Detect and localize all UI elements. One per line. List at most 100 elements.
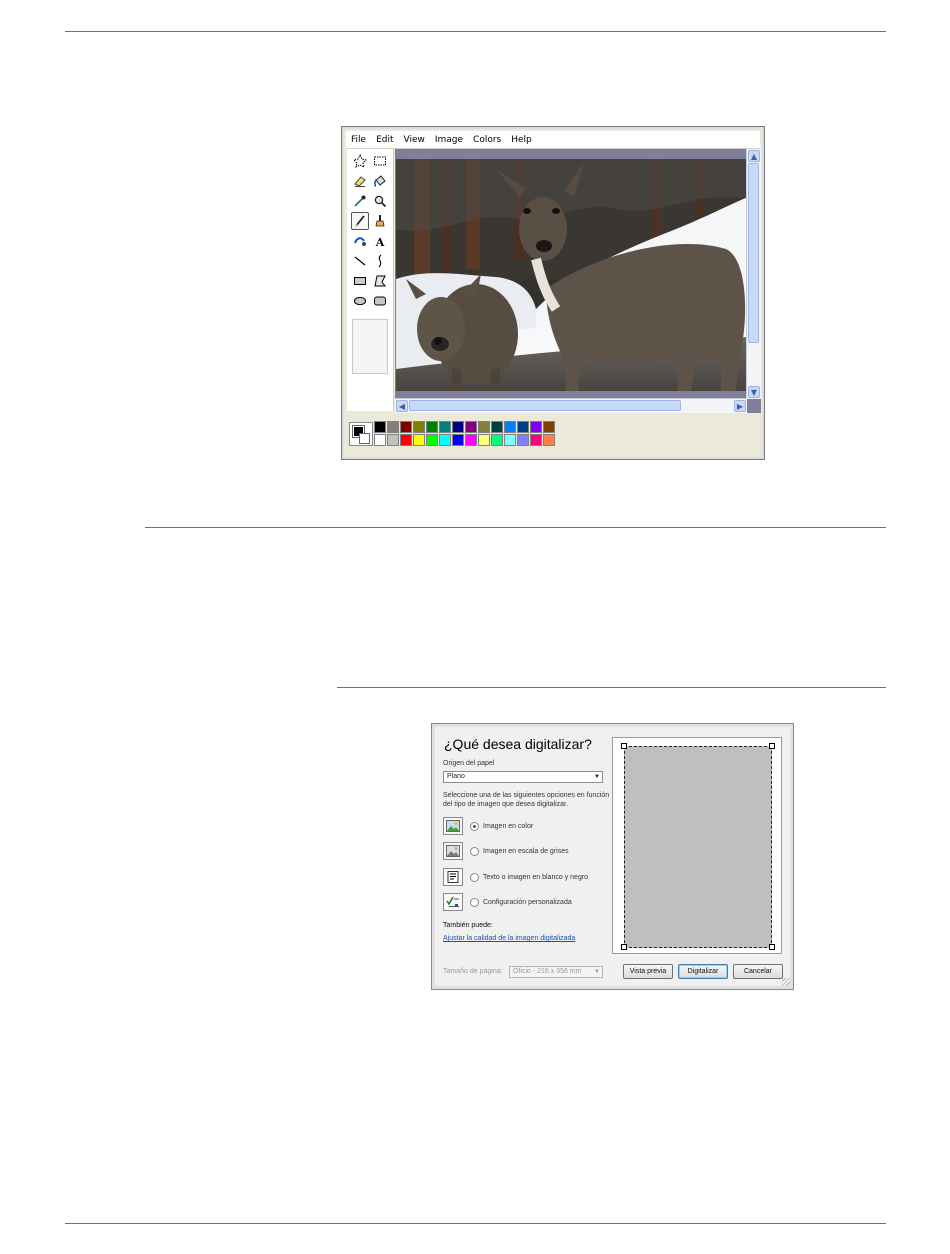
black-white-radio[interactable] bbox=[470, 872, 479, 882]
option-grayscale[interactable]: Imagen en escala de grises bbox=[443, 841, 569, 861]
color-swatch[interactable] bbox=[413, 434, 425, 446]
line-tool[interactable] bbox=[351, 252, 369, 270]
airbrush-tool[interactable] bbox=[351, 232, 369, 250]
color-swatch[interactable] bbox=[504, 421, 516, 433]
color-swatch[interactable] bbox=[465, 434, 477, 446]
brush-tool[interactable] bbox=[371, 212, 389, 230]
color-swatch[interactable] bbox=[491, 434, 503, 446]
tool-options-box[interactable] bbox=[352, 319, 388, 374]
magnifier-icon bbox=[374, 195, 387, 208]
color-image-radio[interactable] bbox=[470, 821, 479, 831]
color-swatch[interactable] bbox=[374, 421, 386, 433]
option-black-white[interactable]: Texto o imagen en blanco y negro bbox=[443, 867, 588, 887]
scroll-down-button[interactable]: ▼ bbox=[748, 386, 760, 398]
current-colors bbox=[349, 422, 373, 446]
text-tool[interactable]: A bbox=[371, 232, 389, 250]
color-swatch[interactable] bbox=[426, 421, 438, 433]
chevron-down-icon: ▼ bbox=[594, 774, 600, 780]
polygon-icon bbox=[374, 275, 386, 287]
color-swatch[interactable] bbox=[400, 421, 412, 433]
rectangle-tool[interactable] bbox=[351, 272, 369, 290]
polygon-tool[interactable] bbox=[371, 272, 389, 290]
menu-image[interactable]: Image bbox=[435, 135, 463, 145]
color-swatch[interactable] bbox=[543, 421, 555, 433]
option-color-image[interactable]: Imagen en color bbox=[443, 816, 533, 836]
color-swatch[interactable] bbox=[543, 434, 555, 446]
color-swatch[interactable] bbox=[517, 421, 529, 433]
preview-pane[interactable] bbox=[612, 737, 782, 954]
vertical-scrollbar[interactable]: ▲ ▼ bbox=[746, 149, 761, 399]
custom-label: Configuración personalizada bbox=[483, 898, 572, 906]
grayscale-photo-button[interactable] bbox=[443, 842, 463, 860]
scroll-up-button[interactable]: ▲ bbox=[748, 150, 760, 162]
ellipse-icon bbox=[353, 296, 367, 306]
color-swatch[interactable] bbox=[478, 434, 490, 446]
black-white-label: Texto o imagen en blanco y negro bbox=[483, 873, 589, 881]
color-swatch[interactable] bbox=[530, 434, 542, 446]
ellipse-tool[interactable] bbox=[351, 292, 369, 310]
color-swatch[interactable] bbox=[426, 434, 438, 446]
color-swatch[interactable] bbox=[517, 434, 529, 446]
menu-view[interactable]: View bbox=[404, 135, 425, 145]
color-picker-tool[interactable] bbox=[351, 192, 369, 210]
color-photo-button[interactable] bbox=[443, 817, 463, 835]
color-swatch[interactable] bbox=[413, 421, 425, 433]
chevron-down-icon: ▼ bbox=[594, 969, 600, 975]
color-palette bbox=[374, 421, 555, 446]
color-swatch[interactable] bbox=[478, 421, 490, 433]
curve-tool[interactable] bbox=[371, 252, 389, 270]
color-swatch[interactable] bbox=[439, 421, 451, 433]
scroll-left-button[interactable]: ◀ bbox=[396, 400, 408, 412]
resize-handle-top-left[interactable] bbox=[621, 743, 627, 749]
paper-source-select[interactable]: Plano ▼ bbox=[443, 771, 603, 783]
color-swatch[interactable] bbox=[387, 421, 399, 433]
magnifier-tool[interactable] bbox=[371, 192, 389, 210]
eraser-tool[interactable] bbox=[351, 172, 369, 190]
menu-help[interactable]: Help bbox=[511, 135, 532, 145]
color-swatch[interactable] bbox=[504, 434, 516, 446]
text-icon: A bbox=[375, 236, 385, 248]
section-rule bbox=[145, 527, 886, 528]
horizontal-scrollbar[interactable]: ◀ ▶ bbox=[395, 398, 747, 413]
menu-file[interactable]: File bbox=[351, 135, 366, 145]
fill-tool[interactable] bbox=[371, 172, 389, 190]
color-swatch[interactable] bbox=[465, 421, 477, 433]
scan-button[interactable]: Digitalizar bbox=[678, 964, 728, 979]
page-size-label: Tamaño de página: bbox=[443, 968, 503, 975]
adjust-quality-link[interactable]: Ajustar la calidad de la imagen digitali… bbox=[443, 935, 575, 942]
page-size-select[interactable]: Oficio - 216 x 356 mm ▼ bbox=[509, 966, 603, 978]
canvas-image[interactable] bbox=[396, 159, 748, 391]
color-swatch[interactable] bbox=[452, 434, 464, 446]
custom-settings-button[interactable] bbox=[443, 893, 463, 911]
pencil-tool[interactable] bbox=[351, 212, 369, 230]
option-custom[interactable]: Configuración personalizada bbox=[443, 892, 572, 912]
free-form-select-tool[interactable] bbox=[351, 152, 369, 170]
color-swatch[interactable] bbox=[491, 421, 503, 433]
color-swatch[interactable] bbox=[452, 421, 464, 433]
scan-area[interactable] bbox=[624, 746, 772, 948]
resize-grip-icon[interactable] bbox=[782, 978, 790, 986]
scan-dialog: ¿Qué desea digitalizar? Origen del papel… bbox=[431, 723, 794, 990]
resize-handle-bottom-right[interactable] bbox=[769, 944, 775, 950]
scroll-right-button[interactable]: ▶ bbox=[734, 400, 746, 412]
cancel-button[interactable]: Cancelar bbox=[733, 964, 783, 979]
menu-edit[interactable]: Edit bbox=[376, 135, 393, 145]
rounded-rectangle-tool[interactable] bbox=[371, 292, 389, 310]
pencil-icon bbox=[355, 215, 365, 227]
resize-handle-top-right[interactable] bbox=[769, 743, 775, 749]
color-swatch[interactable] bbox=[439, 434, 451, 446]
color-swatch[interactable] bbox=[387, 434, 399, 446]
menu-colors[interactable]: Colors bbox=[473, 135, 501, 145]
resize-handle-bottom-left[interactable] bbox=[621, 944, 627, 950]
horizontal-scroll-thumb[interactable] bbox=[409, 400, 681, 411]
color-swatch[interactable] bbox=[400, 434, 412, 446]
grayscale-radio[interactable] bbox=[470, 846, 479, 856]
custom-radio[interactable] bbox=[470, 897, 479, 907]
color-swatch[interactable] bbox=[374, 434, 386, 446]
color-swatch[interactable] bbox=[530, 421, 542, 433]
rect-select-tool[interactable] bbox=[371, 152, 389, 170]
preview-button[interactable]: Vista previa bbox=[623, 964, 673, 979]
text-document-button[interactable] bbox=[443, 868, 463, 886]
svg-text:A: A bbox=[375, 236, 385, 248]
vertical-scroll-thumb[interactable] bbox=[748, 163, 759, 343]
